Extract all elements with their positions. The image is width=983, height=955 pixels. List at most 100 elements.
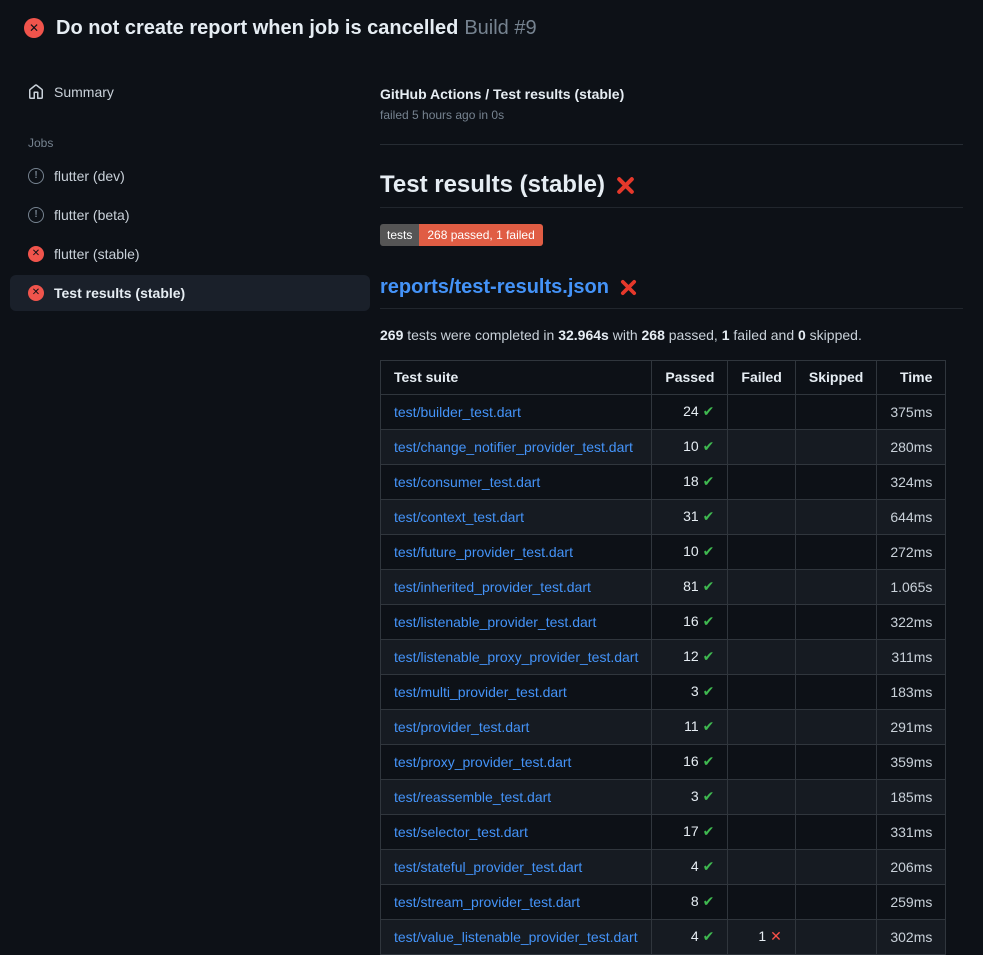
skipped-count: 0: [798, 327, 806, 343]
test-suite-link[interactable]: test/change_notifier_provider_test.dart: [394, 439, 633, 455]
check-icon: ✔: [703, 579, 715, 595]
test-suite-link[interactable]: test/reassemble_test.dart: [394, 789, 551, 805]
sidebar: Summary Jobs ! flutter (dev) !flutter (bet…: [0, 56, 380, 314]
count-value: 3: [691, 683, 699, 699]
check-icon: ✔: [703, 789, 715, 805]
test-suite-link[interactable]: test/builder_test.dart: [394, 404, 521, 420]
sidebar-summary-label: Summary: [54, 84, 114, 100]
col-header-passed: Passed: [652, 361, 728, 395]
time-value: 1.065s: [890, 579, 932, 595]
passed-count: 268: [642, 327, 665, 343]
count-value: 31: [683, 508, 699, 524]
section-title: Test results (stable): [380, 171, 963, 208]
test-suite-link[interactable]: test/consumer_test.dart: [394, 474, 540, 490]
time-value: 280ms: [890, 439, 932, 455]
time-value: 322ms: [890, 614, 932, 630]
time-value: 185ms: [890, 789, 932, 805]
check-icon: ✔: [703, 894, 715, 910]
test-suite-link[interactable]: test/listenable_provider_test.dart: [394, 614, 596, 630]
divider: [380, 144, 963, 145]
test-suite-link[interactable]: test/provider_test.dart: [394, 719, 529, 735]
report-title: reports/test-results.json: [380, 276, 963, 309]
check-icon: ✔: [703, 754, 715, 770]
count-value: 10: [683, 543, 699, 559]
home-icon: [28, 84, 44, 100]
time-value: 302ms: [890, 929, 932, 945]
run-status-line: failed 5 hours ago in 0s: [380, 108, 963, 122]
breadcrumb: GitHub Actions / Test results (stable): [380, 86, 963, 102]
badge-value: 268 passed, 1 failed: [419, 224, 542, 246]
table-row: test/change_notifier_provider_test.dart1…: [381, 430, 946, 465]
table-row: test/stream_provider_test.dart8✔259ms: [381, 885, 946, 920]
table-row: test/stateful_provider_test.dart4✔206ms: [381, 850, 946, 885]
table-row: test/proxy_provider_test.dart 16✔ 359ms: [381, 745, 946, 780]
table-row: test/listenable_provider_test.dart16✔322…: [381, 605, 946, 640]
check-icon: ✔: [703, 929, 715, 945]
table-row: test/consumer_test.dart18✔324ms: [381, 465, 946, 500]
sidebar-job-item[interactable]: ! flutter (dev): [10, 158, 370, 194]
time-value: 359ms: [890, 754, 932, 770]
time-value: 291ms: [890, 719, 932, 735]
report-file-link[interactable]: reports/test-results.json: [380, 276, 609, 299]
run-header: ✕ Do not create report when job is cance…: [0, 0, 983, 56]
count-value: 16: [683, 753, 699, 769]
page-title: Do not create report when job is cancell…: [56, 17, 537, 40]
main-content: GitHub Actions / Test results (stable) f…: [380, 56, 963, 955]
count-value: 1: [758, 928, 766, 944]
cross-icon: ✕: [770, 929, 782, 945]
col-header-test-suite: Test suite: [381, 361, 652, 395]
check-icon: ✔: [703, 509, 715, 525]
col-header-time: Time: [877, 361, 946, 395]
check-icon: ✔: [703, 719, 715, 735]
badge-label: tests: [380, 224, 419, 246]
jobs-section-label: Jobs: [28, 136, 380, 150]
jobs-list: ! flutter (dev) !flutter (beta)✕flutter (s…: [0, 158, 380, 311]
run-title: Do not create report when job is cancell…: [56, 17, 458, 39]
count-value: 11: [684, 718, 699, 734]
count-value: 4: [691, 928, 699, 944]
check-icon: ✔: [703, 439, 715, 455]
check-icon: ✔: [703, 859, 715, 875]
count-value: 12: [683, 648, 699, 664]
x-circle-icon: ✕: [28, 246, 44, 262]
check-icon: ✔: [703, 544, 715, 560]
table-row: test/selector_test.dart17✔331ms: [381, 815, 946, 850]
sidebar-job-item[interactable]: ✕flutter (stable): [10, 236, 370, 272]
time-value: 206ms: [890, 859, 932, 875]
table-row: test/inherited_provider_test.dart81✔1.06…: [381, 570, 946, 605]
test-suite-link[interactable]: test/listenable_proxy_provider_test.dart: [394, 649, 638, 665]
test-suite-link[interactable]: test/multi_provider_test.dart: [394, 684, 567, 700]
check-icon: ✔: [703, 474, 715, 490]
test-suite-link[interactable]: test/inherited_provider_test.dart: [394, 579, 591, 595]
test-suite-link[interactable]: test/value_listenable_provider_test.dart: [394, 929, 638, 945]
count-value: 16: [683, 613, 699, 629]
test-suite-link[interactable]: test/context_test.dart: [394, 509, 524, 525]
total-count: 269: [380, 327, 403, 343]
time-value: 183ms: [890, 684, 932, 700]
time-value: 644ms: [890, 509, 932, 525]
check-icon: ✔: [703, 684, 715, 700]
failed-count: 1: [722, 327, 730, 343]
sidebar-item-summary[interactable]: Summary: [10, 76, 370, 108]
table-row: test/multi_provider_test.dart 3✔ 183ms: [381, 675, 946, 710]
test-suite-link[interactable]: test/future_provider_test.dart: [394, 544, 573, 560]
test-suite-link[interactable]: test/selector_test.dart: [394, 824, 528, 840]
stop-circle-icon: !: [28, 207, 44, 223]
check-icon: ✔: [703, 824, 715, 840]
x-circle-icon: ✕: [24, 18, 44, 38]
summary-line: 269 tests were completed in 32.964s with…: [380, 327, 963, 343]
section-title-text: Test results (stable): [380, 171, 605, 199]
job-label: flutter (dev): [54, 168, 125, 184]
test-suite-link[interactable]: test/stream_provider_test.dart: [394, 894, 580, 910]
table-row: test/context_test.dart 31✔ 644ms: [381, 500, 946, 535]
count-value: 17: [683, 823, 699, 839]
stop-circle-icon: !: [28, 168, 44, 184]
test-suite-link[interactable]: test/stateful_provider_test.dart: [394, 859, 582, 875]
sidebar-job-item[interactable]: ✕Test results (stable): [10, 275, 370, 311]
test-suite-link[interactable]: test/proxy_provider_test.dart: [394, 754, 571, 770]
count-value: 8: [691, 893, 699, 909]
table-row: test/reassemble_test.dart3✔185ms: [381, 780, 946, 815]
job-label: Test results (stable): [54, 285, 185, 301]
count-value: 24: [683, 403, 699, 419]
sidebar-job-item[interactable]: !flutter (beta): [10, 197, 370, 233]
